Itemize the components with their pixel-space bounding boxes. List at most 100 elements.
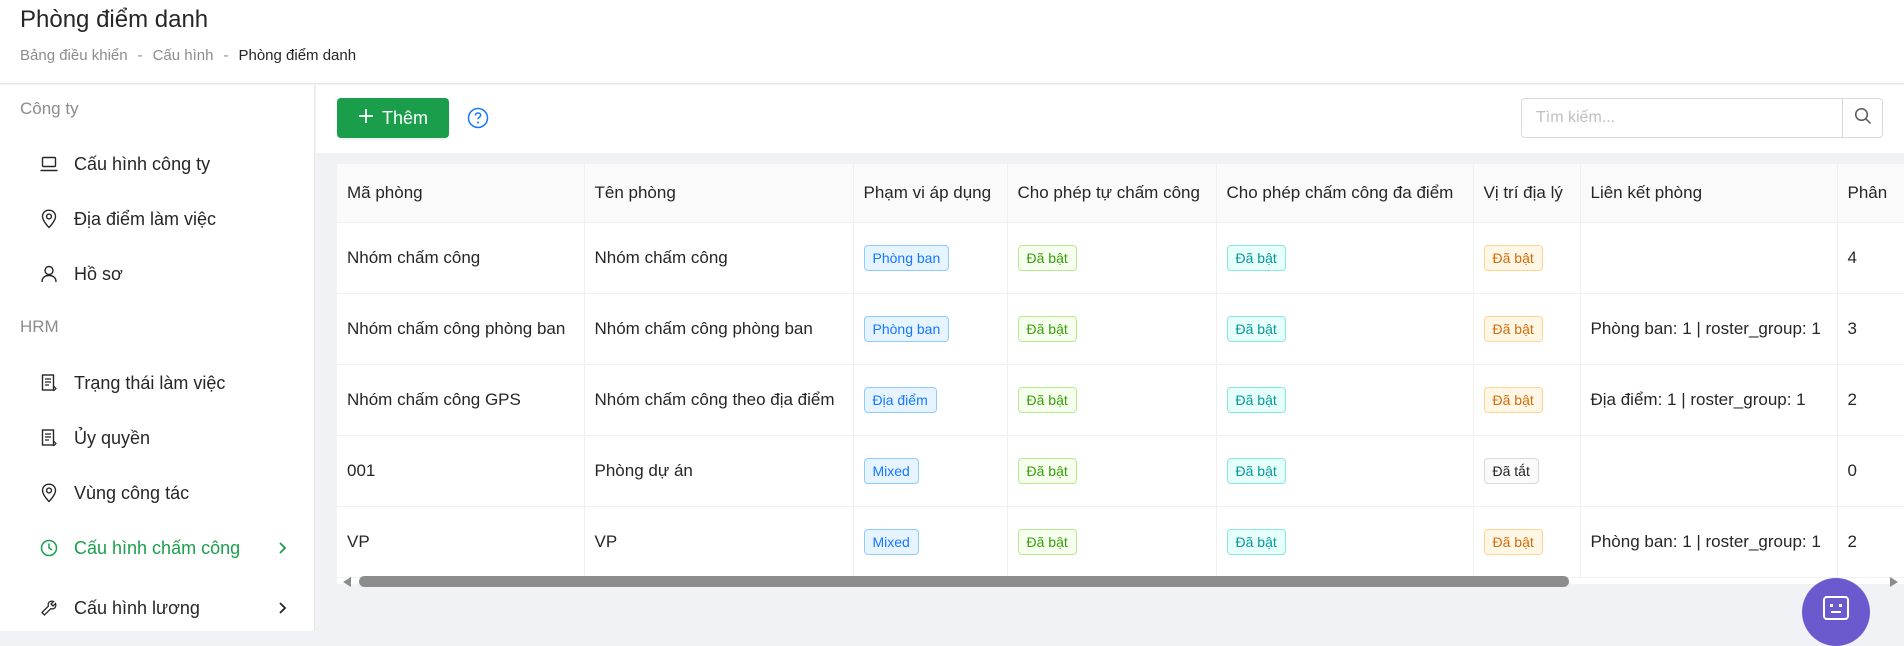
column-header[interactable]: Liên kết phòng — [1580, 164, 1838, 223]
status-tag: Đã bật — [1226, 244, 1286, 271]
help-icon[interactable] — [467, 107, 489, 134]
cell-room-code: Nhóm chấm công — [337, 222, 585, 294]
cell-extra: 4 — [1837, 222, 1904, 294]
status-tag: Đã bật — [1017, 457, 1077, 484]
table-row[interactable]: Nhóm chấm công GPS Nhóm chấm công theo đ… — [337, 364, 1904, 436]
chevron-right-icon — [278, 599, 288, 620]
table-row[interactable]: Nhóm chấm công Nhóm chấm công Phòng ban … — [337, 222, 1904, 294]
rooms-table: Mã phòng Tên phòng Phạm vi áp dụng Cho p… — [337, 164, 1904, 584]
status-tag: Đã bật — [1017, 528, 1077, 555]
column-header[interactable]: Vị trí địa lý — [1473, 164, 1581, 223]
sidebar-item-salary-config[interactable]: Cấu hình lương — [0, 585, 314, 631]
sidebar-section-company: Công ty — [20, 99, 79, 118]
cell-scope: Phòng ban — [853, 293, 1008, 365]
robot-icon — [1821, 594, 1851, 627]
sidebar-item-label: Cấu hình công ty — [74, 153, 211, 174]
column-header[interactable]: Cho phép chấm công đa điểm — [1216, 164, 1474, 223]
column-header[interactable]: Phân — [1837, 164, 1904, 223]
document-icon — [38, 427, 60, 449]
cell-multi-location: Đã bật — [1216, 364, 1474, 436]
column-header[interactable]: Phạm vi áp dụng — [853, 164, 1008, 223]
cell-extra: 0 — [1837, 435, 1904, 507]
sidebar-item-company-config[interactable]: Cấu hình công ty — [0, 141, 314, 187]
status-tag: Đã bật — [1483, 528, 1543, 555]
location-pin-icon — [38, 208, 60, 230]
table-row[interactable]: Nhóm chấm công phòng ban Nhóm chấm công … — [337, 293, 1904, 365]
sidebar-item-label: Trạng thái làm việc — [74, 372, 226, 393]
add-button[interactable]: Thêm — [337, 98, 449, 138]
sidebar-item-authorization[interactable]: Ủy quyền — [0, 415, 314, 461]
table-row[interactable]: 001 Phòng dự án Mixed Đã bật Đã bật Đã t… — [337, 435, 1904, 507]
cell-geo-location: Đã bật — [1473, 293, 1581, 365]
cell-self-checkin: Đã bật — [1007, 222, 1217, 294]
sidebar-item-label: Cấu hình chấm công — [74, 537, 241, 558]
sidebar-item-label: Vùng công tác — [74, 482, 190, 503]
document-icon — [38, 372, 60, 394]
cell-self-checkin: Đã bật — [1007, 293, 1217, 365]
status-tag: Đã bật — [1226, 528, 1286, 555]
scope-tag: Mixed — [863, 528, 919, 555]
user-icon — [38, 263, 60, 285]
breadcrumb-dashboard[interactable]: Bảng điều khiển — [20, 47, 128, 64]
sidebar-item-work-zone[interactable]: Vùng công tác — [0, 470, 314, 516]
sidebar-item-workplace[interactable]: Địa điểm làm việc — [0, 196, 314, 242]
cell-multi-location: Đã bật — [1216, 293, 1474, 365]
column-header[interactable]: Tên phòng — [584, 164, 854, 223]
cell-room-link: Địa điểm: 1 | roster_group: 1 — [1580, 364, 1838, 436]
status-tag: Đã bật — [1483, 244, 1543, 271]
search-input[interactable] — [1522, 99, 1842, 137]
scope-tag: Địa điểm — [863, 386, 937, 413]
main-content: Thêm Mã phòng Tên phòng Phạm — [316, 85, 1904, 631]
status-tag: Đã bật — [1226, 457, 1286, 484]
toolbar: Thêm — [316, 85, 1904, 153]
cell-scope: Mixed — [853, 506, 1008, 578]
sidebar-item-profile[interactable]: Hồ sơ — [0, 251, 314, 297]
cell-room-code: Nhóm chấm công GPS — [337, 364, 585, 436]
horizontal-scrollbar[interactable] — [337, 575, 1904, 589]
plus-icon — [358, 108, 374, 129]
table-row[interactable]: VP VP Mixed Đã bật Đã bật Đã bật Phòng b… — [337, 506, 1904, 578]
cell-room-name: Nhóm chấm công phòng ban — [584, 293, 854, 365]
cell-multi-location: Đã bật — [1216, 435, 1474, 507]
cell-geo-location: Đã bật — [1473, 506, 1581, 578]
sidebar-section-hrm: HRM — [20, 317, 59, 336]
sidebar-item-label: Cấu hình lương — [74, 597, 200, 618]
wrench-icon — [38, 597, 60, 619]
cell-room-code: VP — [337, 506, 585, 578]
status-tag: Đã bật — [1017, 244, 1077, 271]
chatbot-button[interactable] — [1802, 578, 1870, 646]
scope-tag: Phòng ban — [863, 315, 950, 342]
cell-room-link — [1580, 435, 1838, 507]
cell-scope: Phòng ban — [853, 222, 1008, 294]
sidebar-item-label: Hồ sơ — [74, 263, 123, 284]
scroll-right-arrow-icon[interactable] — [1890, 577, 1898, 587]
breadcrumb: Bảng điều khiển - Cấu hình - Phòng điểm … — [20, 47, 356, 64]
cell-room-code: 001 — [337, 435, 585, 507]
status-tag: Đã bật — [1017, 386, 1077, 413]
sidebar-item-work-status[interactable]: Trạng thái làm việc — [0, 360, 314, 406]
status-tag: Đã bật — [1017, 315, 1077, 342]
cell-room-link: Phòng ban: 1 | roster_group: 1 — [1580, 293, 1838, 365]
sidebar-item-label: Địa điểm làm việc — [74, 208, 217, 229]
sidebar-item-attendance-config[interactable]: Cấu hình chấm công — [0, 525, 314, 571]
cell-room-link — [1580, 222, 1838, 294]
cell-scope: Mixed — [853, 435, 1008, 507]
status-tag: Đã bật — [1226, 315, 1286, 342]
search-button[interactable] — [1842, 99, 1882, 137]
column-header[interactable]: Cho phép tự chấm công — [1007, 164, 1217, 223]
cell-self-checkin: Đã bật — [1007, 506, 1217, 578]
cell-room-name: Nhóm chấm công theo địa điểm — [584, 364, 854, 436]
column-header[interactable]: Mã phòng — [337, 164, 585, 223]
cell-self-checkin: Đã bật — [1007, 364, 1217, 436]
scroll-left-arrow-icon[interactable] — [343, 577, 351, 587]
status-tag: Đã bật — [1483, 386, 1543, 413]
chevron-right-icon — [278, 539, 288, 560]
sidebar: Công ty Cấu hình công ty Địa điểm làm vi… — [0, 85, 315, 631]
breadcrumb-config[interactable]: Cấu hình — [153, 47, 214, 64]
location-pin-icon — [38, 482, 60, 504]
scrollbar-thumb[interactable] — [359, 576, 1569, 587]
cell-scope: Địa điểm — [853, 364, 1008, 436]
status-tag: Đã tắt — [1483, 457, 1539, 484]
laptop-icon — [38, 153, 60, 175]
page-title: Phòng điểm danh — [20, 6, 209, 33]
